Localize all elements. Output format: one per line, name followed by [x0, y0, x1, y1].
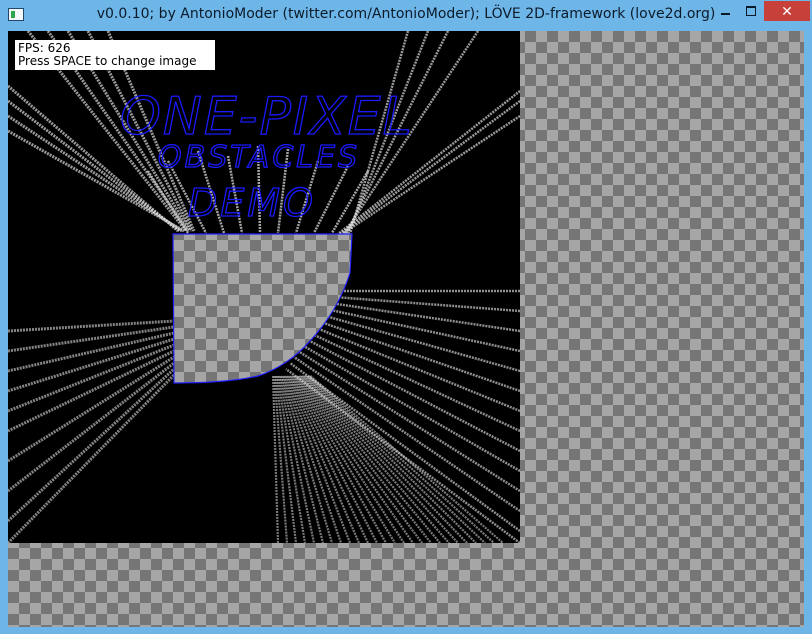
app-window: v0.0.10; by AntonioModer (twitter.com/An…	[0, 0, 812, 634]
scene-overlay: ONE-PIXEL OBSTACLES DEMO	[119, 86, 414, 384]
close-icon: ✕	[781, 2, 793, 19]
transparent-canvas-area: ONE-PIXEL OBSTACLES DEMO FPS: 626 Press …	[8, 31, 804, 627]
close-button[interactable]: ✕	[764, 1, 810, 21]
drawing-text-line1: ONE-PIXEL	[120, 87, 414, 147]
title-bar[interactable]: v0.0.10; by AntonioModer (twitter.com/An…	[0, 0, 812, 31]
minimize-icon	[720, 13, 730, 15]
minimize-button[interactable]	[712, 1, 738, 21]
window-title: v0.0.10; by AntonioModer (twitter.com/An…	[96, 6, 716, 22]
space-hint: Press SPACE to change image	[18, 54, 197, 68]
render-scene[interactable]: ONE-PIXEL OBSTACLES DEMO FPS: 626 Press …	[8, 31, 520, 543]
obstacle-outline	[172, 233, 353, 384]
drawing-text-line2: OBSTACLES	[158, 140, 360, 175]
debug-hud: FPS: 626 Press SPACE to change image	[15, 40, 215, 70]
maximize-icon	[746, 6, 756, 16]
drawing-text-line3: DEMO	[188, 181, 316, 225]
maximize-button[interactable]	[738, 1, 764, 21]
